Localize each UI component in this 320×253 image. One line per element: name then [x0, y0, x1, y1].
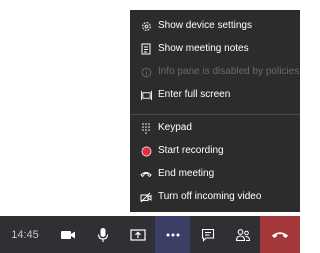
chat-icon [201, 228, 215, 242]
fullscreen-icon [140, 89, 152, 101]
menu-item-label: Enter full screen [158, 89, 231, 100]
info-icon [140, 66, 152, 78]
participants-button[interactable] [225, 216, 260, 253]
call-duration: 14:45 [11, 228, 39, 241]
menu-item-show-device-settings[interactable]: Show device settings [130, 15, 300, 37]
menu-item-enter-full-screen[interactable]: Enter full screen [130, 84, 300, 106]
menu-item-label: Keypad [158, 122, 192, 133]
menu-item-end-meeting[interactable]: End meeting [130, 163, 300, 185]
menu-divider [130, 114, 300, 115]
gear-icon [140, 20, 152, 32]
video-off-icon [140, 191, 152, 203]
chat-button[interactable] [190, 216, 225, 253]
menu-item-label: Show device settings [158, 20, 252, 31]
hang-up-icon [271, 230, 289, 239]
menu-item-turn-off-incoming-video[interactable]: Turn off incoming video [130, 186, 300, 208]
menu-item-label: Info pane is disabled by policies [158, 66, 300, 77]
call-controls-bar: 14:45 [0, 216, 300, 253]
meeting-window: Show device settings Show meeting notes [0, 0, 300, 253]
menu-item-label: Start recording [158, 145, 224, 156]
menu-item-keypad[interactable]: Keypad [130, 117, 300, 139]
microphone-icon [97, 227, 109, 243]
record-icon [140, 145, 152, 157]
participants-icon [235, 228, 251, 242]
hang-up-button[interactable] [260, 216, 300, 253]
keypad-icon [140, 122, 152, 134]
more-options-menu: Show device settings Show meeting notes [130, 10, 300, 212]
more-options-button[interactable] [155, 216, 190, 253]
menu-item-label: Show meeting notes [158, 43, 249, 54]
share-screen-button[interactable] [120, 216, 155, 253]
end-meeting-icon [140, 168, 152, 180]
camera-icon [60, 229, 76, 241]
share-screen-icon [129, 228, 146, 242]
menu-item-show-meeting-notes[interactable]: Show meeting notes [130, 38, 300, 60]
more-options-icon [165, 233, 181, 237]
camera-button[interactable] [50, 216, 85, 253]
microphone-button[interactable] [85, 216, 120, 253]
menu-item-label: Turn off incoming video [158, 191, 262, 202]
menu-item-start-recording[interactable]: Start recording [130, 140, 300, 162]
menu-item-label: End meeting [158, 168, 215, 179]
notes-icon [140, 43, 152, 55]
menu-item-info-pane-disabled: Info pane is disabled by policies [130, 61, 300, 83]
